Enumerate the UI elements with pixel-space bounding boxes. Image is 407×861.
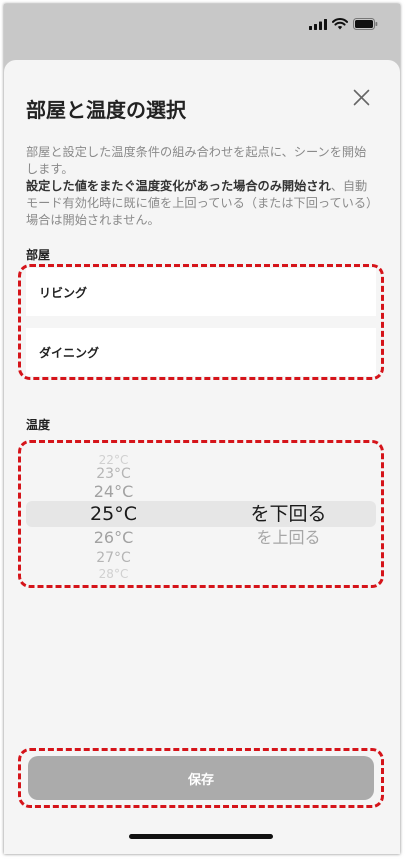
cellular-signal-icon [309, 18, 327, 30]
close-button[interactable] [348, 84, 374, 110]
room-list-highlight [18, 264, 384, 380]
description-emphasis: 設定した値をまたぐ温度変化があった場合のみ開始され [26, 179, 331, 193]
sheet-title: 部屋と温度の選択 [26, 98, 186, 122]
status-icons [309, 18, 378, 30]
save-button-highlight [18, 748, 384, 808]
home-indicator [129, 834, 273, 839]
phone-screen: 部屋と温度の選択 部屋と設定した温度条件の組み合わせを起点に、シーンを開始します… [4, 4, 400, 854]
close-icon [353, 89, 369, 105]
temperature-picker-highlight [18, 440, 384, 588]
battery-icon [353, 18, 378, 30]
wifi-icon [332, 18, 348, 30]
room-temperature-sheet: 部屋と温度の選択 部屋と設定した温度条件の組み合わせを起点に、シーンを開始します… [4, 60, 400, 854]
description-text: 部屋と設定した温度条件の組み合わせを起点に、シーンを開始します。 [26, 145, 367, 176]
status-bar [4, 4, 400, 54]
room-section-label: 部屋 [26, 248, 51, 262]
sheet-description: 部屋と設定した温度条件の組み合わせを起点に、シーンを開始します。設定した値をまた… [26, 144, 376, 229]
temperature-section-label: 温度 [26, 418, 51, 432]
